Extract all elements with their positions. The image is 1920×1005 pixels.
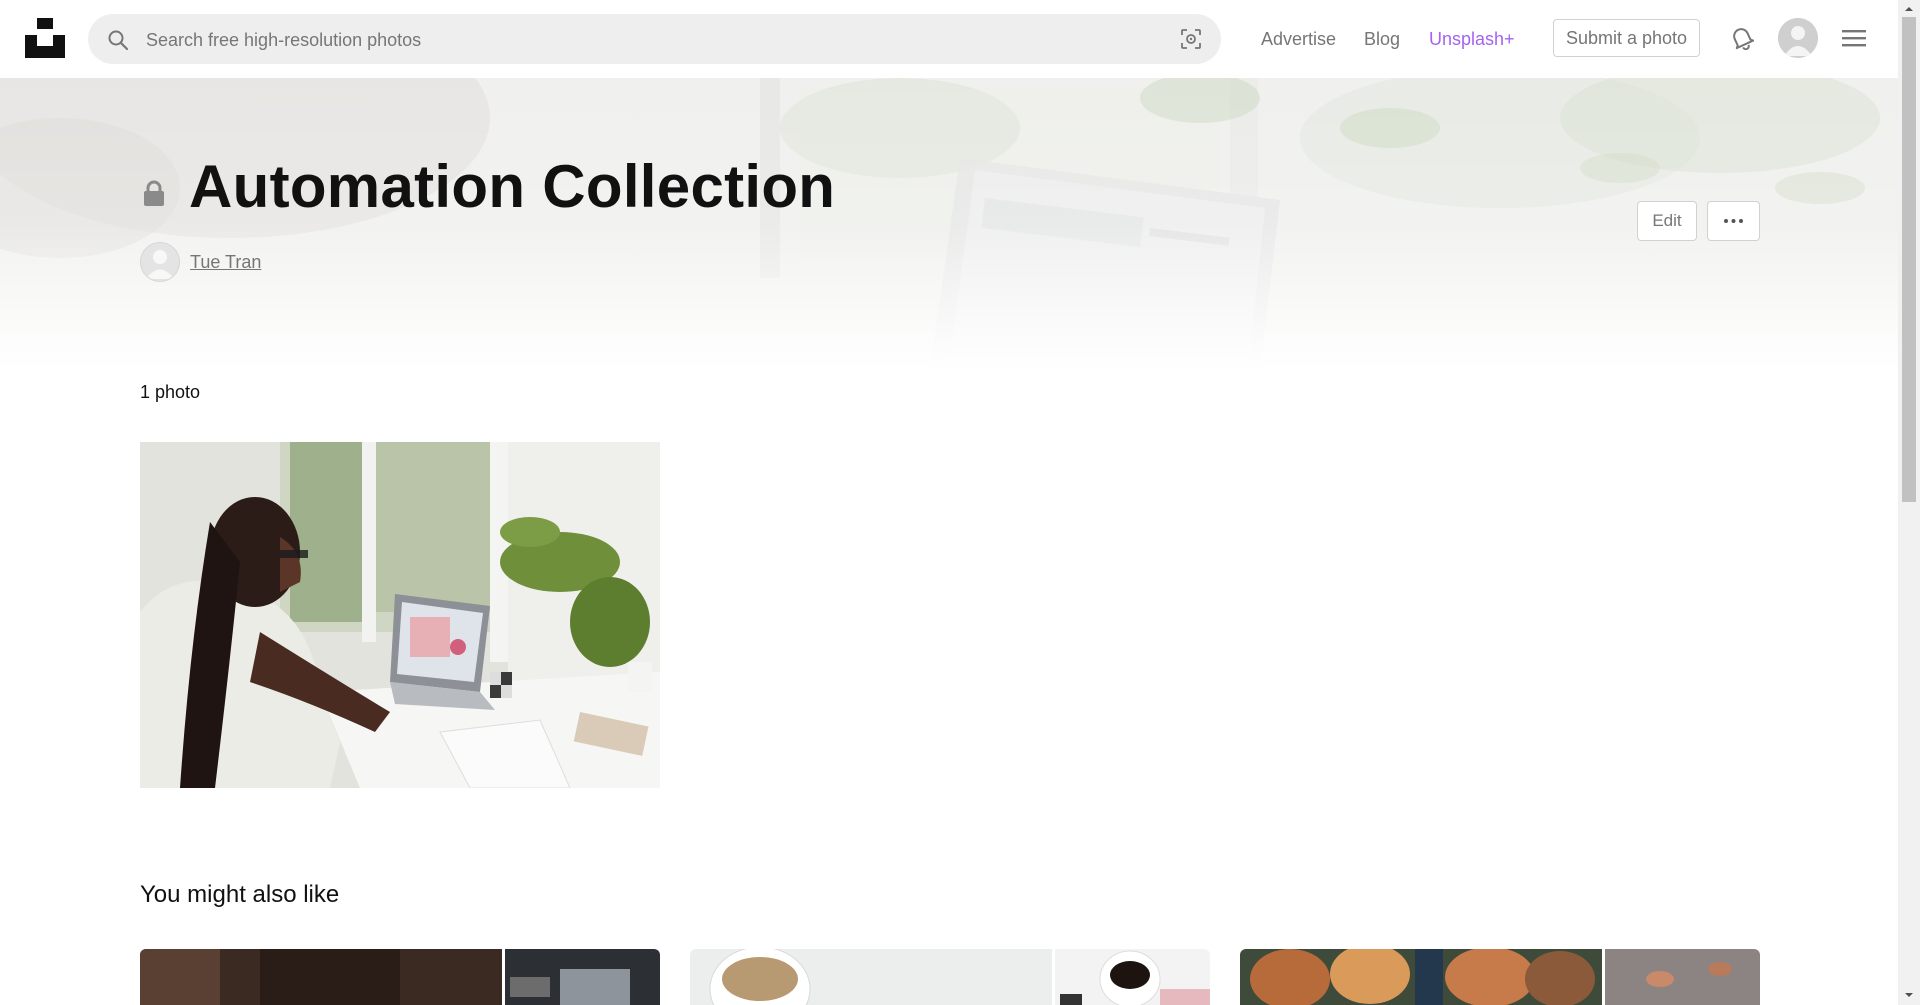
more-icon <box>1724 219 1743 223</box>
visual-search-icon[interactable] <box>1180 28 1202 50</box>
collection-photo[interactable] <box>140 442 660 788</box>
lock-icon <box>144 180 164 206</box>
photo-count: 1 photo <box>140 382 201 402</box>
search-icon[interactable] <box>107 29 129 51</box>
more-actions-button[interactable] <box>1707 201 1760 241</box>
related-collection-card[interactable] <box>1240 949 1760 1005</box>
hamburger-menu-icon[interactable] <box>1842 27 1866 49</box>
nav-blog[interactable]: Blog <box>1364 28 1400 50</box>
search-bar[interactable] <box>88 14 1221 66</box>
submit-photo-button[interactable]: Submit a photo <box>1553 19 1700 57</box>
top-navbar: Advertise Blog Unsplash+ Submit a photo <box>0 0 1898 78</box>
nav-advertise[interactable]: Advertise <box>1261 28 1336 50</box>
avatar-silhouette-icon <box>141 243 179 281</box>
edit-button[interactable]: Edit <box>1637 201 1697 241</box>
photo-image <box>140 442 660 788</box>
search-input[interactable] <box>144 14 1148 66</box>
related-collection-preview <box>140 949 660 1005</box>
nav-unsplash-plus[interactable]: Unsplash+ <box>1429 28 1515 50</box>
unsplash-logo[interactable] <box>25 18 65 58</box>
user-avatar[interactable] <box>1778 18 1818 58</box>
bell-icon[interactable] <box>1728 24 1756 52</box>
scroll-down-arrow-icon[interactable] <box>1903 989 1915 1001</box>
collection-title: Automation Collection <box>189 153 836 220</box>
related-collection-card[interactable] <box>140 949 660 1005</box>
author-name-link[interactable]: Tue Tran <box>190 251 261 273</box>
scrollbar-thumb[interactable] <box>1902 17 1916 502</box>
scroll-up-arrow-icon[interactable] <box>1903 3 1915 15</box>
related-collection-card[interactable] <box>690 949 1210 1005</box>
avatar-silhouette-icon <box>1778 18 1818 58</box>
author-avatar[interactable] <box>140 242 180 282</box>
related-section-title: You might also like <box>140 881 340 908</box>
related-collection-preview <box>1240 949 1760 1005</box>
related-collection-preview <box>690 949 1210 1005</box>
